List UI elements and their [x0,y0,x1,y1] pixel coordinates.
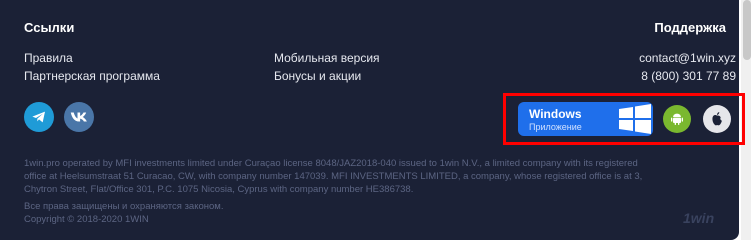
telegram-icon [32,111,45,123]
vk-button[interactable] [64,102,94,132]
android-icon [671,113,683,125]
copyright-text: Copyright © 2018-2020 1WIN [24,214,149,225]
rights-reserved-text: Все права защищены и охраняются законом. [24,201,224,212]
windows-app-button[interactable]: Windows Приложение [518,102,653,136]
vk-icon [70,112,87,122]
legal-line-2: office at Heelsumstraat 51 Curacao, CW, … [24,171,643,182]
android-app-button[interactable] [663,105,691,133]
scrollbar-thumb[interactable] [743,0,751,60]
apple-icon [712,112,722,126]
support-title: Поддержка [654,20,726,35]
ios-app-button[interactable] [703,105,731,133]
support-phone[interactable]: 8 (800) 301 77 89 [641,69,736,83]
legal-line-1: 1win.pro operated by MFI investments lim… [24,158,638,169]
link-rules[interactable]: Правила [24,51,73,65]
link-mobile-version[interactable]: Мобильная версия [274,51,380,65]
links-title: Ссылки [24,20,75,35]
link-partner-program[interactable]: Партнерская программа [24,69,160,83]
legal-line-3: Chytron Street, Flat/Office 301, P.C. 10… [24,184,414,195]
brand-logo: 1win [683,210,715,226]
telegram-button[interactable] [24,102,54,132]
windows-app-title: Windows [529,107,582,121]
windows-logo-icon [619,104,651,134]
support-email[interactable]: contact@1win.xyz [639,51,736,65]
windows-app-subtitle: Приложение [529,122,582,132]
link-bonuses[interactable]: Бонусы и акции [274,69,361,83]
